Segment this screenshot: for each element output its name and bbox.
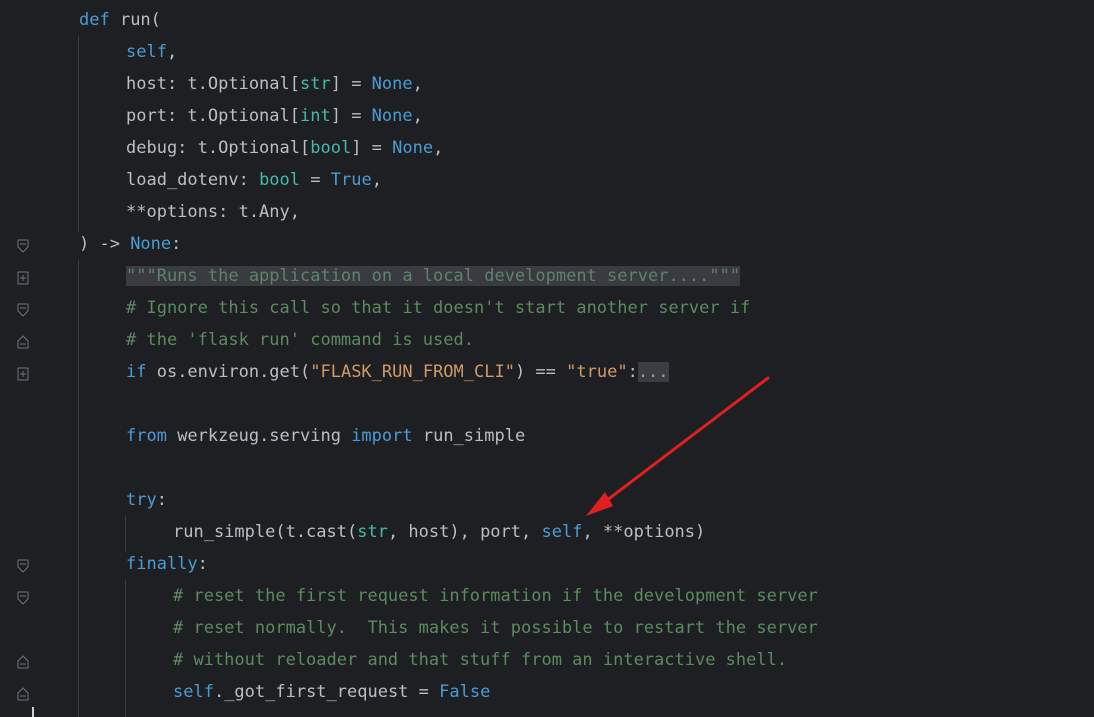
code-token: None bbox=[371, 106, 413, 126]
code-token[interactable]: ... bbox=[637, 362, 669, 382]
code-line[interactable]: finally: bbox=[126, 548, 208, 580]
code-token: # the 'flask run' command is used. bbox=[126, 330, 474, 350]
text-cursor bbox=[32, 707, 34, 717]
code-line[interactable]: """Runs the application on a local devel… bbox=[126, 260, 741, 292]
code-line[interactable]: self._got_first_request = False bbox=[173, 676, 490, 708]
code-token: ) == bbox=[514, 362, 567, 382]
code-token: None bbox=[130, 234, 172, 254]
code-token: , bbox=[166, 42, 178, 62]
code-line[interactable]: **options: t.Any, bbox=[126, 196, 300, 228]
code-line[interactable]: self, bbox=[126, 36, 177, 68]
code-token: # without reloader and that stuff from a… bbox=[173, 650, 788, 670]
code-token: : bbox=[197, 554, 208, 574]
code-token: def bbox=[79, 10, 120, 30]
code-token: : bbox=[156, 490, 167, 510]
code-token: host: t.Optional[ bbox=[126, 74, 300, 94]
code-token: if bbox=[126, 362, 157, 382]
code-token: debug: t.Optional[ bbox=[126, 138, 311, 158]
code-token: finally bbox=[126, 554, 198, 574]
code-token: port: t.Optional[ bbox=[126, 106, 300, 126]
code-line[interactable]: port: t.Optional[int] = None, bbox=[126, 100, 423, 132]
code-token: run_simple bbox=[422, 426, 526, 446]
code-token: bool bbox=[310, 138, 352, 158]
code-line[interactable]: ) -> None: bbox=[79, 228, 181, 260]
code-token: str bbox=[357, 522, 388, 542]
code-token: os.environ.get( bbox=[156, 362, 311, 382]
code-token: werkzeug.serving bbox=[177, 426, 352, 446]
code-line[interactable]: def run( bbox=[79, 4, 161, 36]
code-token: : bbox=[627, 362, 638, 382]
code-token: # reset the first request information if… bbox=[173, 586, 818, 606]
code-token: # reset normally. This makes it possible… bbox=[173, 618, 818, 638]
code-line[interactable]: from werkzeug.serving import run_simple bbox=[126, 420, 525, 452]
code-token: , bbox=[412, 74, 423, 94]
code-line[interactable]: run_simple(t.cast(str, host), port, self… bbox=[173, 516, 705, 548]
code-token: ) -> bbox=[79, 234, 131, 254]
code-token: load_dotenv: bbox=[126, 170, 260, 190]
code-token: self bbox=[173, 682, 214, 702]
code-line[interactable]: # reset normally. This makes it possible… bbox=[173, 612, 818, 644]
code-token: self bbox=[541, 522, 583, 542]
code-token: = bbox=[300, 170, 331, 190]
code-line[interactable]: load_dotenv: bool = True, bbox=[126, 164, 382, 196]
code-line[interactable]: try: bbox=[126, 484, 167, 516]
code-token: , bbox=[412, 106, 423, 126]
code-token: , host), port, bbox=[387, 522, 542, 542]
code-token: run( bbox=[119, 10, 161, 30]
code-token: """Runs the application on a local devel… bbox=[126, 266, 741, 286]
code-token: ._got_first_request = bbox=[213, 682, 440, 702]
code-token: from bbox=[126, 426, 178, 446]
code-token: ] = bbox=[351, 138, 393, 158]
code-token: "FLASK_RUN_FROM_CLI" bbox=[310, 362, 515, 382]
code-token: "true" bbox=[566, 362, 628, 382]
code-token: , bbox=[433, 138, 444, 158]
code-token: bool bbox=[259, 170, 301, 190]
code-token: # Ignore this call so that it doesn't st… bbox=[126, 298, 751, 318]
code-area[interactable]: def run(self, host: t.Optional[str] = Non… bbox=[0, 0, 1094, 717]
code-token: **options: t.Any, bbox=[126, 202, 300, 222]
code-line[interactable]: # without reloader and that stuff from a… bbox=[173, 644, 787, 676]
code-token: : bbox=[171, 234, 182, 254]
code-token: int bbox=[300, 106, 331, 126]
code-token: , **options) bbox=[582, 522, 706, 542]
code-line[interactable]: debug: t.Optional[bool] = None, bbox=[126, 132, 443, 164]
code-token: None bbox=[371, 74, 413, 94]
code-line[interactable]: # the 'flask run' command is used. bbox=[126, 324, 474, 356]
code-token: try bbox=[126, 490, 157, 510]
code-token: ] = bbox=[330, 74, 372, 94]
code-token: , bbox=[371, 170, 382, 190]
code-token: ] = bbox=[330, 106, 372, 126]
code-token: import bbox=[351, 426, 423, 446]
code-token: str bbox=[300, 74, 331, 94]
code-token: None bbox=[392, 138, 434, 158]
code-line[interactable]: # Ignore this call so that it doesn't st… bbox=[126, 292, 750, 324]
code-line[interactable]: host: t.Optional[str] = None, bbox=[126, 68, 423, 100]
code-token: True bbox=[330, 170, 372, 190]
code-line[interactable]: # reset the first request information if… bbox=[173, 580, 818, 612]
code-token: run_simple(t.cast( bbox=[173, 522, 358, 542]
code-line[interactable]: if os.environ.get("FLASK_RUN_FROM_CLI") … bbox=[126, 356, 669, 388]
code-token: False bbox=[439, 682, 491, 702]
code-editor[interactable]: def run(self, host: t.Optional[str] = Non… bbox=[0, 0, 1094, 717]
code-token: self bbox=[126, 42, 167, 62]
